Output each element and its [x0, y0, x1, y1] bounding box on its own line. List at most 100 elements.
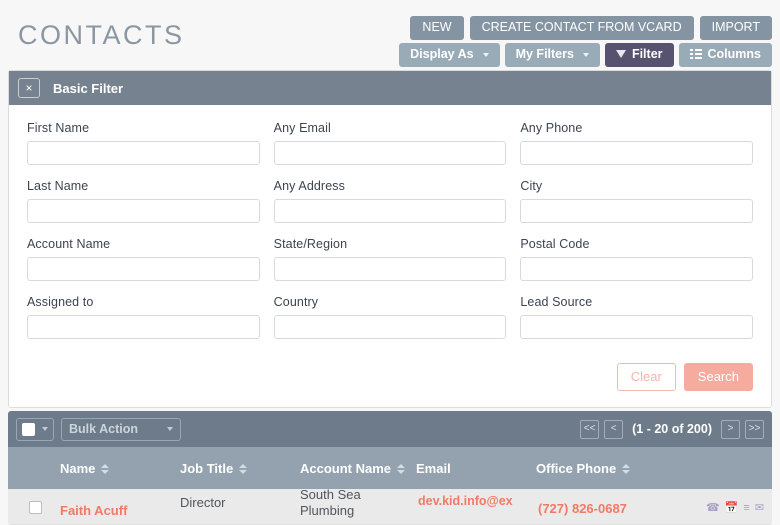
- basic-filter-panel: × Basic Filter First Name Any Email Any …: [8, 70, 772, 408]
- job-title-cell: Director: [180, 495, 226, 510]
- filter-button[interactable]: Filter: [604, 43, 674, 67]
- chevron-down-icon: [42, 427, 48, 431]
- column-header-job-title-label: Job Title: [180, 460, 234, 476]
- column-header-email-label: Email: [416, 460, 451, 476]
- filter-field-any-email: Any Email: [273, 121, 507, 165]
- first-name-label: First Name: [27, 121, 90, 135]
- account-name-label: Account Name: [27, 237, 111, 251]
- postal-code-input[interactable]: [520, 257, 754, 281]
- import-button[interactable]: IMPORT: [699, 16, 772, 40]
- new-button[interactable]: NEW: [410, 16, 464, 40]
- calendar-icon[interactable]: 📅: [725, 503, 739, 514]
- column-header-email[interactable]: Email: [416, 461, 451, 476]
- sort-icon[interactable]: [239, 464, 248, 474]
- chevron-down-icon: [482, 53, 489, 58]
- any-phone-input[interactable]: [520, 141, 754, 165]
- filter-row: First Name Any Email Any Phone: [27, 121, 754, 165]
- bulk-action-select[interactable]: Bulk Action: [61, 417, 181, 441]
- filter-field-last-name: Last Name: [27, 179, 260, 223]
- bulk-action-label: Bulk Action: [69, 422, 138, 436]
- last-page-button[interactable]: >>: [745, 419, 764, 439]
- first-page-button[interactable]: <<: [580, 419, 600, 439]
- select-all-checkbox[interactable]: [16, 417, 54, 441]
- city-input[interactable]: [520, 199, 754, 223]
- columns-label: Columns: [707, 47, 761, 61]
- lead-source-label: Lead Source: [520, 295, 593, 309]
- account-name-cell: South Sea Plumbing: [300, 487, 361, 518]
- sort-icon[interactable]: [101, 464, 110, 474]
- basic-filter-title: Basic Filter: [53, 80, 124, 96]
- display-as-label: Display As: [410, 47, 474, 61]
- sort-icon[interactable]: [622, 464, 631, 474]
- any-address-input[interactable]: [273, 199, 507, 223]
- column-header-name[interactable]: Name: [60, 460, 110, 476]
- my-filters-button[interactable]: My Filters: [504, 43, 600, 67]
- envelope-icon[interactable]: ✉: [755, 503, 764, 514]
- column-header-name-label: Name: [60, 460, 96, 476]
- column-header-account-name[interactable]: Account Name: [300, 460, 406, 476]
- office-phone-cell: (727) 826-0687: [538, 501, 627, 516]
- filter-field-postal-code: Postal Code: [520, 237, 754, 281]
- any-email-label: Any Email: [273, 121, 331, 135]
- page-header: CONTACTS NEW CREATE CONTACT FROM VCARD I…: [0, 0, 780, 70]
- filter-row: Last Name Any Address City: [27, 179, 754, 223]
- display-as-button[interactable]: Display As: [399, 43, 500, 67]
- state-region-input[interactable]: [273, 257, 507, 281]
- row-actions: ☎ 📅 ≡ ✉: [706, 503, 764, 514]
- filter-field-assigned-to: Assigned to: [27, 295, 260, 339]
- header-primary-actions: NEW CREATE CONTACT FROM VCARD IMPORT: [410, 16, 772, 40]
- filter-field-country: Country: [273, 295, 507, 339]
- assigned-to-label: Assigned to: [27, 295, 94, 309]
- task-list-icon[interactable]: ≡: [743, 503, 749, 514]
- lead-source-input[interactable]: [520, 315, 754, 339]
- account-name-input[interactable]: [27, 257, 260, 281]
- filter-field-state-region: State/Region: [273, 237, 507, 281]
- filter-label: Filter: [631, 47, 663, 61]
- column-header-account-name-label: Account Name: [300, 460, 392, 476]
- table-row[interactable]: Faith Acuff Director South Sea Plumbing …: [8, 487, 772, 525]
- filter-field-account-name: Account Name: [27, 237, 260, 281]
- country-input[interactable]: [273, 315, 507, 339]
- last-name-input[interactable]: [27, 199, 260, 223]
- filter-row: Assigned to Country Lead Source: [27, 295, 754, 339]
- filter-field-any-address: Any Address: [273, 179, 507, 223]
- filter-field-any-phone: Any Phone: [520, 121, 754, 165]
- pagination-count: (1 - 20 of 200): [632, 422, 712, 436]
- basic-filter-header: × Basic Filter: [9, 71, 771, 105]
- funnel-icon: [615, 50, 626, 59]
- prev-page-button[interactable]: <: [604, 419, 624, 439]
- sort-icon[interactable]: [397, 464, 406, 474]
- phone-icon[interactable]: ☎: [706, 503, 720, 514]
- filter-actions: Clear Search: [9, 353, 771, 407]
- close-icon[interactable]: ×: [18, 78, 40, 98]
- search-button[interactable]: Search: [683, 363, 753, 391]
- first-name-input[interactable]: [27, 141, 260, 165]
- assigned-to-input[interactable]: [27, 315, 260, 339]
- columns-button[interactable]: Columns: [678, 43, 772, 67]
- contact-name-link[interactable]: Faith Acuff: [60, 503, 127, 519]
- filter-field-city: City: [520, 179, 754, 223]
- chevron-down-icon: [167, 427, 173, 431]
- next-page-button[interactable]: >: [721, 419, 740, 439]
- chevron-down-icon: [582, 53, 589, 58]
- column-header-job-title[interactable]: Job Title: [180, 460, 248, 476]
- email-cell[interactable]: dev.kid.info@ex: [418, 493, 513, 509]
- city-label: City: [520, 179, 543, 193]
- column-header-office-phone[interactable]: Office Phone: [536, 460, 631, 476]
- country-label: Country: [273, 295, 319, 309]
- any-address-label: Any Address: [273, 179, 345, 193]
- checkbox-icon: [22, 422, 35, 436]
- column-header-office-phone-label: Office Phone: [536, 460, 617, 476]
- basic-filter-body: First Name Any Email Any Phone Last Name…: [9, 105, 771, 339]
- last-name-label: Last Name: [27, 179, 89, 193]
- bulk-action-bar: Bulk Action << < (1 - 20 of 200) > >>: [8, 411, 772, 447]
- create-contact-from-vcard-button[interactable]: CREATE CONTACT FROM VCARD: [469, 16, 694, 40]
- row-checkbox[interactable]: [29, 501, 42, 514]
- clear-button[interactable]: Clear: [616, 363, 676, 391]
- filter-field-lead-source: Lead Source: [520, 295, 754, 339]
- any-email-input[interactable]: [273, 141, 507, 165]
- columns-list-icon: [689, 49, 702, 60]
- contacts-list-panel: Bulk Action << < (1 - 20 of 200) > >> Na…: [8, 411, 772, 525]
- page-title: CONTACTS: [18, 20, 185, 50]
- any-phone-label: Any Phone: [520, 121, 583, 135]
